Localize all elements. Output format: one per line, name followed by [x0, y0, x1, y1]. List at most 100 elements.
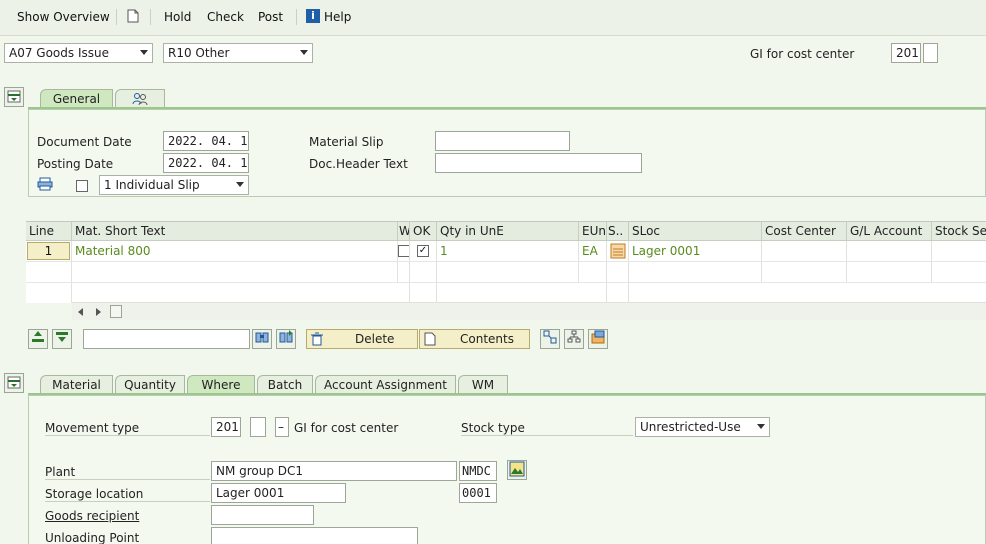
table-cell[interactable] — [932, 262, 986, 283]
tab-material[interactable]: Material — [40, 375, 113, 394]
plant-name-field[interactable]: NM group DC1 — [211, 461, 457, 481]
table-cell[interactable] — [398, 283, 410, 303]
stock-overview-icon[interactable] — [588, 329, 608, 349]
collapse-header-button[interactable] — [4, 87, 24, 107]
transaction-dropdown[interactable]: A07 Goods Issue — [4, 43, 153, 63]
reference-value: R10 Other — [168, 46, 230, 60]
row-cost-center[interactable] — [762, 241, 847, 262]
table-cell[interactable] — [579, 262, 607, 283]
deselect-all-icon[interactable] — [52, 329, 72, 349]
tab-account-assignment[interactable]: Account Assignment — [315, 375, 456, 394]
table-row[interactable] — [26, 262, 72, 283]
row-stock-icon-cell[interactable] — [607, 241, 629, 262]
info-icon[interactable]: i — [306, 9, 320, 23]
table-cell[interactable] — [72, 262, 398, 283]
table-cell[interactable] — [847, 262, 932, 283]
goods-recipient-label: Goods recipient — [45, 509, 140, 523]
check-button[interactable]: Check — [207, 10, 244, 24]
table-cell[interactable] — [437, 262, 579, 283]
warehouse-icon — [610, 243, 626, 259]
column-header-mat-short-text[interactable]: Mat. Short Text — [72, 222, 398, 241]
post-button[interactable]: Post — [258, 10, 283, 24]
table-cell[interactable] — [398, 262, 410, 283]
stock-type-dropdown[interactable]: Unrestricted-Use — [635, 417, 770, 437]
slip-option-dropdown[interactable]: 1 Individual Slip — [99, 175, 249, 195]
column-header-sloc[interactable]: SLoc — [629, 222, 762, 241]
row-gl-account[interactable] — [847, 241, 932, 262]
print-checkbox[interactable] — [76, 180, 88, 192]
table-row[interactable]: 1 — [26, 241, 72, 262]
unloading-point-field[interactable] — [211, 527, 418, 544]
printer-icon[interactable] — [37, 177, 53, 194]
column-header-gl-account[interactable]: G/L Account — [847, 222, 932, 241]
row-line-button[interactable]: 1 — [27, 242, 70, 260]
row-mat-short-text[interactable]: Material 800 — [72, 241, 398, 262]
column-header-ok[interactable]: OK — [410, 222, 437, 241]
expand-icon[interactable] — [540, 329, 560, 349]
table-cell[interactable] — [607, 283, 629, 303]
table-cell[interactable] — [410, 262, 437, 283]
contents-button-label: Contents — [460, 332, 514, 346]
table-horizontal-scrollbar[interactable] — [72, 302, 986, 320]
row-stock-seg[interactable] — [932, 241, 986, 262]
contents-button[interactable]: Contents — [419, 329, 530, 349]
row-qty[interactable]: 1 — [437, 241, 579, 262]
scroll-thumb[interactable] — [110, 305, 122, 318]
column-header-stock-seg[interactable]: Stock Seg — [932, 222, 986, 241]
doc-header-text-field[interactable] — [435, 153, 642, 173]
column-header-s[interactable]: S.. — [607, 222, 629, 241]
header-movement-indicator-field[interactable] — [923, 43, 938, 63]
table-cell[interactable] — [629, 262, 762, 283]
column-header-qty[interactable]: Qty in UnE — [437, 222, 579, 241]
header-movement-type-field[interactable]: 201 — [891, 43, 921, 63]
tab-wm[interactable]: WM — [458, 375, 508, 394]
document-date-field[interactable]: 2022. 04. 11 — [163, 131, 249, 151]
table-search-input[interactable] — [83, 329, 250, 349]
table-row[interactable] — [26, 283, 72, 303]
find-icon[interactable] — [252, 329, 272, 349]
table-cell[interactable] — [607, 262, 629, 283]
row-w-cell[interactable] — [398, 241, 410, 262]
select-all-icon[interactable] — [28, 329, 48, 349]
scroll-left-icon[interactable] — [78, 308, 83, 316]
column-header-w[interactable]: W — [398, 222, 410, 241]
storage-location-code-field[interactable]: 0001 — [459, 483, 497, 503]
help-button[interactable]: Help — [324, 10, 351, 24]
row-eun[interactable]: EA — [579, 241, 607, 262]
plant-detail-icon[interactable] — [507, 460, 527, 480]
toolbar-separator — [296, 9, 297, 25]
row-w-checkbox[interactable] — [398, 245, 409, 257]
delete-button[interactable]: Delete — [306, 329, 418, 349]
movement-debit-credit-field[interactable]: – — [275, 417, 289, 437]
plant-code-field[interactable]: NMDC — [459, 461, 497, 481]
tab-where[interactable]: Where — [187, 375, 255, 394]
movement-type-field[interactable]: 201 — [211, 417, 241, 437]
row-ok-cell[interactable]: ✓ — [410, 241, 437, 262]
scroll-right-icon[interactable] — [96, 308, 101, 316]
posting-date-field[interactable]: 2022. 04. 11 — [163, 153, 249, 173]
collapse-detail-button[interactable] — [4, 373, 24, 393]
table-cell[interactable] — [579, 283, 607, 303]
row-sloc[interactable]: Lager 0001 — [629, 241, 762, 262]
find-next-icon[interactable] — [276, 329, 296, 349]
material-slip-field[interactable] — [435, 131, 570, 151]
new-document-icon[interactable] — [127, 9, 139, 26]
column-header-eun[interactable]: EUn — [579, 222, 607, 241]
goods-recipient-field[interactable] — [211, 505, 314, 525]
reference-dropdown[interactable]: R10 Other — [163, 43, 313, 63]
row-ok-checkbox[interactable]: ✓ — [417, 245, 429, 257]
table-cell[interactable] — [762, 262, 847, 283]
storage-location-field[interactable]: Lager 0001 — [211, 483, 346, 503]
hold-button[interactable]: Hold — [164, 10, 191, 24]
tab-batch[interactable]: Batch — [257, 375, 313, 394]
tab-general[interactable]: General — [40, 89, 113, 108]
column-header-cost-center[interactable]: Cost Center — [762, 222, 847, 241]
tab-quantity[interactable]: Quantity — [115, 375, 185, 394]
column-header-line[interactable]: Line — [26, 222, 72, 241]
hierarchy-icon[interactable] — [564, 329, 584, 349]
show-overview-button[interactable]: Show Overview — [17, 10, 110, 24]
table-cell[interactable] — [410, 283, 437, 303]
unloading-point-label: Unloading Point — [45, 531, 140, 544]
tab-partner[interactable] — [115, 89, 165, 108]
movement-special-indicator-field[interactable] — [250, 417, 266, 437]
